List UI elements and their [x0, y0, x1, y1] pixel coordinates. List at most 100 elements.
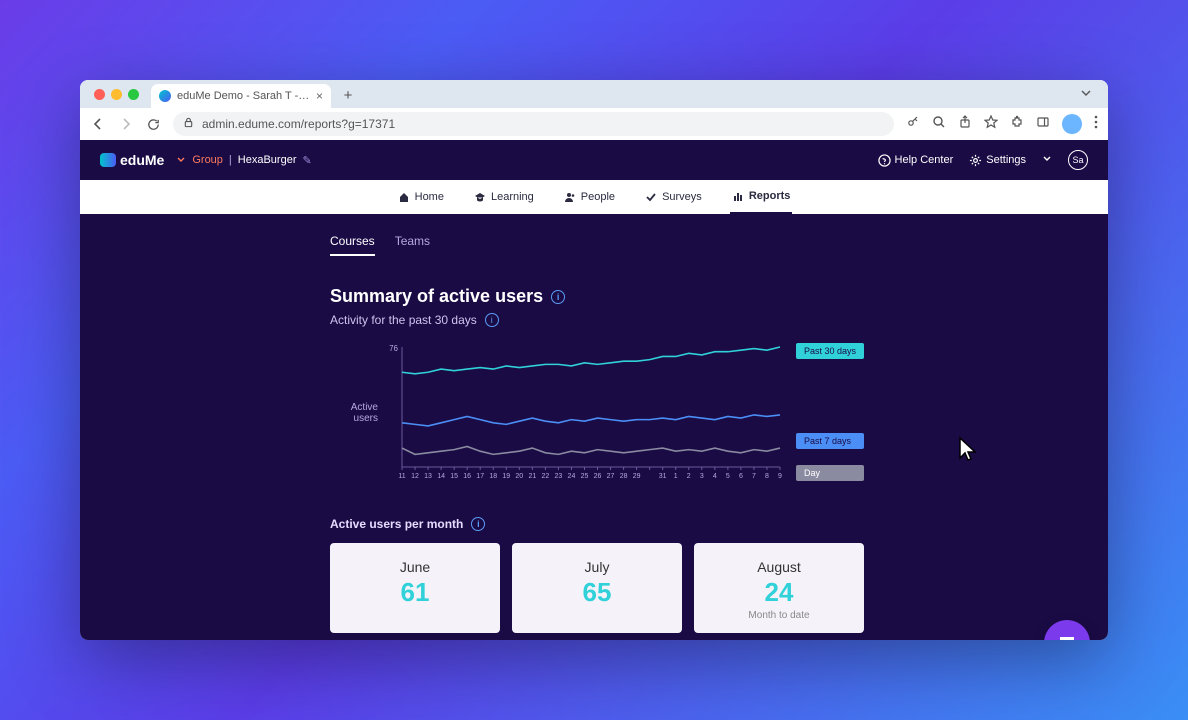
- nav-surveys[interactable]: Surveys: [643, 180, 704, 214]
- month-name-0: June: [342, 559, 488, 575]
- section-active-monthly: Active users per month i: [330, 517, 870, 531]
- forward-button[interactable]: [118, 116, 134, 132]
- svg-text:12: 12: [411, 473, 419, 480]
- people-icon: [564, 191, 576, 203]
- month-name-1: July: [524, 559, 670, 575]
- close-window-button[interactable]: [94, 89, 105, 100]
- tabs-dropdown-icon[interactable]: [1080, 87, 1100, 102]
- subtab-courses[interactable]: Courses: [330, 234, 375, 256]
- legend-past7[interactable]: Past 7 days: [796, 433, 864, 449]
- svg-text:16: 16: [463, 473, 471, 480]
- nav-people-label: People: [581, 191, 615, 203]
- check-icon: [645, 191, 657, 203]
- group-prefix: Group: [192, 154, 223, 166]
- svg-text:1: 1: [674, 473, 678, 480]
- help-center-link[interactable]: Help Center: [878, 154, 954, 167]
- nav-people[interactable]: People: [562, 180, 617, 214]
- side-panel-icon[interactable]: [1036, 115, 1050, 134]
- gear-icon: [969, 154, 982, 167]
- edit-group-icon[interactable]: ✎: [302, 154, 311, 167]
- chrome-top: eduMe Demo - Sarah T - eduM × + a: [80, 80, 1108, 140]
- minimize-window-button[interactable]: [111, 89, 122, 100]
- month-sub-2: Month to date: [706, 610, 852, 621]
- legend-day[interactable]: Day: [796, 465, 864, 481]
- url-bar[interactable]: admin.edume.com/reports?g=17371: [173, 112, 894, 136]
- svg-text:15: 15: [450, 473, 458, 480]
- month-card-1[interactable]: July 65: [512, 543, 682, 633]
- tab-close-icon[interactable]: ×: [316, 89, 323, 103]
- new-tab-button[interactable]: +: [337, 87, 359, 104]
- svg-text:5: 5: [726, 473, 730, 480]
- month-card-0[interactable]: June 61: [330, 543, 500, 633]
- subtab-teams[interactable]: Teams: [395, 234, 430, 256]
- svg-text:18: 18: [489, 473, 497, 480]
- tab-title: eduMe Demo - Sarah T - eduM: [177, 90, 310, 102]
- browser-tab[interactable]: eduMe Demo - Sarah T - eduM ×: [151, 84, 331, 108]
- nav-home[interactable]: Home: [396, 180, 446, 214]
- reload-button[interactable]: [146, 117, 161, 132]
- user-menu-chevron[interactable]: [1042, 154, 1052, 167]
- help-center-label: Help Center: [895, 154, 954, 166]
- help-icon: [878, 154, 891, 167]
- app-root: eduMe Group | HexaBurger ✎ Help Center S…: [80, 140, 1108, 640]
- month-cards: June 61 July 65 August 24 Month to date: [330, 543, 870, 633]
- svg-text:27: 27: [607, 473, 615, 480]
- bookmark-icon[interactable]: [984, 115, 998, 134]
- tab-favicon: [159, 90, 171, 102]
- month-value-0: 61: [342, 577, 488, 608]
- extensions-icon[interactable]: [1010, 115, 1024, 134]
- back-button[interactable]: [90, 116, 106, 132]
- settings-label: Settings: [986, 154, 1026, 166]
- svg-text:9: 9: [778, 473, 782, 480]
- user-avatar[interactable]: Sa: [1068, 150, 1088, 170]
- subtitle-info-icon[interactable]: i: [485, 313, 499, 327]
- svg-text:28: 28: [620, 473, 628, 480]
- page-subtitle: Activity for the past 30 days: [330, 313, 477, 327]
- chart-canvas: 7611121314151617181920212223242526272829…: [384, 343, 784, 483]
- month-value-1: 65: [524, 577, 670, 608]
- svg-text:31: 31: [659, 473, 667, 480]
- page-title-row: Summary of active users i: [330, 286, 870, 307]
- app-header: eduMe Group | HexaBurger ✎ Help Center S…: [80, 140, 1108, 180]
- search-icon[interactable]: [932, 115, 946, 134]
- chrome-actions: [906, 114, 1098, 134]
- maximize-window-button[interactable]: [128, 89, 139, 100]
- page-subtitle-row: Activity for the past 30 days i: [330, 313, 870, 327]
- nav-home-label: Home: [415, 191, 444, 203]
- nav-reports[interactable]: Reports: [730, 180, 793, 214]
- monthly-info-icon[interactable]: i: [471, 517, 485, 531]
- chart-icon: [732, 190, 744, 202]
- nav-learning-label: Learning: [491, 191, 534, 203]
- title-info-icon[interactable]: i: [551, 290, 565, 304]
- content-area: Courses Teams Summary of active users i …: [80, 214, 1108, 640]
- svg-text:76: 76: [389, 344, 398, 353]
- key-icon[interactable]: [906, 115, 920, 134]
- svg-text:23: 23: [555, 473, 563, 480]
- svg-text:2: 2: [687, 473, 691, 480]
- brand-name: eduMe: [120, 152, 164, 168]
- svg-text:11: 11: [398, 473, 405, 480]
- user-initials: Sa: [1072, 155, 1083, 165]
- legend-past30[interactable]: Past 30 days: [796, 343, 864, 359]
- svg-text:4: 4: [713, 473, 717, 480]
- settings-link[interactable]: Settings: [969, 154, 1026, 167]
- content-inner: Courses Teams Summary of active users i …: [330, 234, 870, 633]
- profile-avatar[interactable]: [1062, 114, 1082, 134]
- brand-logo[interactable]: eduMe: [100, 152, 164, 168]
- svg-text:26: 26: [594, 473, 602, 480]
- svg-text:3: 3: [700, 473, 704, 480]
- chat-icon: [1057, 633, 1077, 640]
- svg-text:7: 7: [752, 473, 756, 480]
- nav-surveys-label: Surveys: [662, 191, 702, 203]
- group-name: HexaBurger: [238, 154, 297, 166]
- tab-strip: eduMe Demo - Sarah T - eduM × +: [80, 80, 1108, 108]
- url-text: admin.edume.com/reports?g=17371: [202, 117, 395, 131]
- month-card-2[interactable]: August 24 Month to date: [694, 543, 864, 633]
- chrome-menu-icon[interactable]: [1094, 115, 1098, 134]
- share-icon[interactable]: [958, 115, 972, 134]
- svg-text:24: 24: [568, 473, 576, 480]
- main-nav: Home Learning People Surveys Reports: [80, 180, 1108, 214]
- svg-text:21: 21: [528, 473, 536, 480]
- group-selector[interactable]: Group | HexaBurger ✎: [176, 154, 311, 167]
- nav-learning[interactable]: Learning: [472, 180, 536, 214]
